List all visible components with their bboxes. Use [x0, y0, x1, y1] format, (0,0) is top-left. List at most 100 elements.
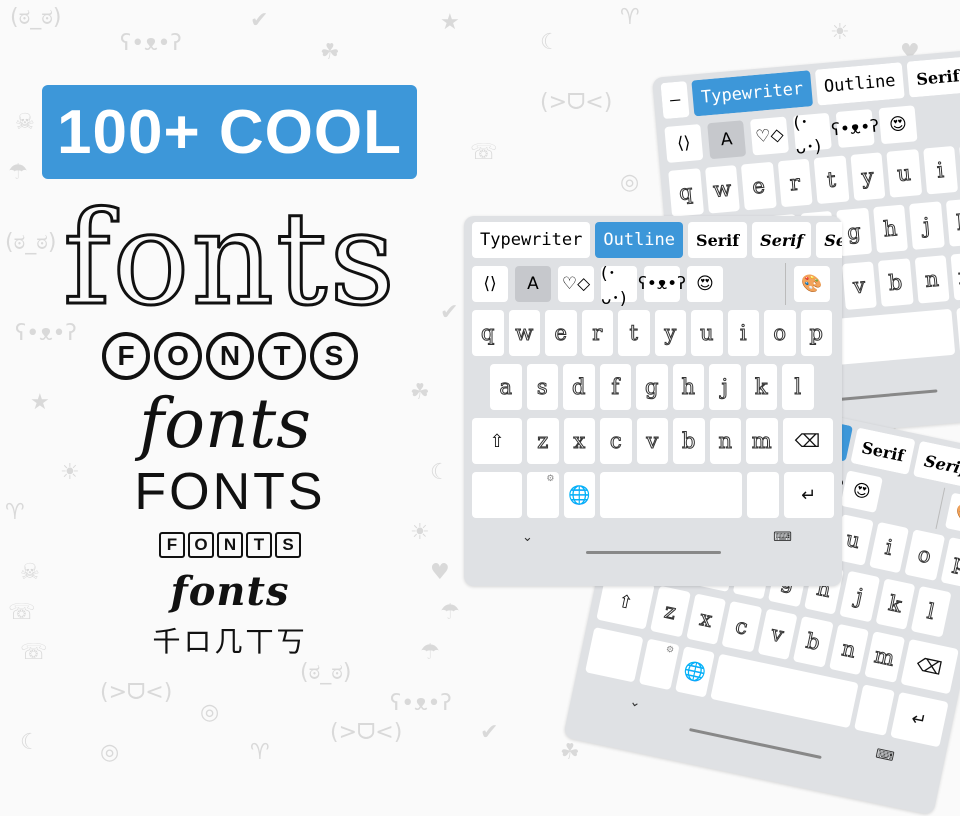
key-e[interactable]: e	[740, 161, 777, 211]
period-key[interactable]	[956, 305, 960, 355]
tab-serif[interactable]: Serif	[906, 56, 960, 98]
key-c[interactable]: c	[600, 418, 632, 464]
key-i[interactable]: i	[868, 521, 910, 574]
tab-outline[interactable]: Outline	[595, 222, 684, 258]
key-u[interactable]: u	[691, 310, 723, 356]
key-p[interactable]: p	[800, 310, 832, 356]
key-c[interactable]: c	[721, 600, 762, 653]
key-g[interactable]: g	[636, 364, 668, 410]
key-n[interactable]: n	[914, 255, 950, 304]
key-h[interactable]: h	[872, 204, 908, 254]
backspace-key[interactable]: ⌫	[899, 638, 959, 695]
key-l[interactable]: l	[910, 585, 952, 638]
tab-[interactable]: –	[660, 80, 690, 120]
tab-outline[interactable]: Outline	[814, 62, 905, 106]
key-l[interactable]: l	[782, 364, 814, 410]
key-a[interactable]: a	[490, 364, 522, 410]
tab-serif[interactable]: Serif	[752, 222, 812, 258]
key-r[interactable]: r	[777, 158, 813, 208]
tab-serif[interactable]: Serif	[913, 440, 960, 489]
collapse-keyboard-icon[interactable]: ⌄	[522, 530, 533, 545]
key-m[interactable]: m	[746, 418, 778, 464]
key-m[interactable]: m	[864, 631, 905, 683]
tab-serif[interactable]: Serif	[816, 222, 842, 258]
enter-key[interactable]: ↵	[783, 472, 834, 518]
key-y[interactable]: y	[849, 152, 886, 201]
key-j[interactable]: j	[709, 364, 741, 410]
key-k[interactable]: k	[945, 198, 960, 247]
comma-key[interactable]: ⚙	[527, 472, 559, 518]
key-v[interactable]: v	[636, 418, 668, 464]
key-w[interactable]: w	[508, 310, 540, 356]
key-j[interactable]: j	[908, 201, 945, 250]
key-q[interactable]: q	[668, 168, 704, 217]
key-v[interactable]: v	[841, 261, 877, 311]
key-k[interactable]: k	[875, 578, 916, 630]
key-u[interactable]: u	[886, 149, 922, 198]
key-m[interactable]: m	[950, 251, 960, 301]
key-o[interactable]: o	[764, 310, 796, 356]
key-d[interactable]: d	[563, 364, 595, 410]
key-x[interactable]: x	[685, 593, 727, 645]
shift-key[interactable]: ⇧	[472, 418, 522, 464]
language-key[interactable]: 🌐	[563, 472, 595, 518]
key-b[interactable]: b	[673, 418, 705, 464]
key-z[interactable]: z	[527, 418, 559, 464]
boxed-letter: F	[159, 532, 185, 558]
key-t[interactable]: t	[618, 310, 650, 356]
key-n[interactable]: n	[709, 418, 741, 464]
collapse-keyboard-icon[interactable]: ⌄	[628, 694, 642, 711]
key-q[interactable]: q	[472, 310, 504, 356]
key-w[interactable]: w	[704, 165, 740, 214]
kaomoji-button[interactable]: (･ᴗ･)	[601, 264, 637, 309]
symbols-button[interactable]: ♡◇	[750, 116, 790, 156]
key-v[interactable]: v	[757, 608, 798, 660]
period-key[interactable]	[747, 472, 779, 518]
font-style-button[interactable]: A	[515, 266, 551, 302]
emoji-button[interactable]: 😍	[840, 470, 883, 513]
key-k[interactable]: k	[745, 364, 777, 410]
boxed-letter: T	[246, 532, 272, 558]
key-o[interactable]: o	[904, 529, 945, 581]
key-p[interactable]: p	[940, 536, 960, 589]
symbols-button[interactable]: ♡◇	[558, 266, 594, 302]
key-b[interactable]: b	[792, 616, 834, 668]
key-f[interactable]: f	[599, 364, 631, 410]
comma-key[interactable]: ⚙	[638, 638, 680, 691]
key-y[interactable]: y	[654, 310, 686, 356]
backspace-icon: ⌫	[794, 430, 821, 452]
key-h[interactable]: h	[672, 364, 704, 410]
theme-button[interactable]: 🎨	[794, 266, 830, 302]
tab-typewriter[interactable]: Typewriter	[472, 222, 591, 258]
key-z[interactable]: z	[650, 585, 691, 638]
bear-sticker-button[interactable]: ʕ•ᴥ•ʔ	[638, 266, 686, 302]
key-i[interactable]: i	[727, 310, 759, 356]
emoji-button[interactable]: 😍	[687, 266, 723, 302]
tab-serif[interactable]: Serif	[850, 427, 916, 475]
keyboard-switch-icon[interactable]: ⌨	[874, 746, 895, 765]
keyboard-switch-icon[interactable]: ⌨	[773, 530, 792, 545]
share-button[interactable]: ⟨⟩	[664, 123, 704, 163]
language-key[interactable]: 🌐	[674, 646, 715, 698]
backspace-key[interactable]: ⌫	[782, 418, 833, 464]
kaomoji-button[interactable]: (･ᴗ･)	[793, 113, 832, 159]
key-x[interactable]: x	[563, 418, 595, 464]
period-key[interactable]	[854, 684, 895, 736]
key-j[interactable]: j	[839, 570, 880, 623]
key-e[interactable]: e	[545, 310, 577, 356]
tab-serif[interactable]: Serif	[688, 222, 748, 258]
font-style-button[interactable]: A	[707, 120, 747, 160]
key-n[interactable]: n	[828, 623, 869, 676]
key-r[interactable]: r	[581, 310, 613, 356]
symbols-key[interactable]	[472, 472, 522, 518]
key-i[interactable]: i	[922, 145, 959, 195]
share-button[interactable]: ⟨⟩	[472, 266, 508, 302]
bear-sticker-button[interactable]: ʕ•ᴥ•ʔ	[831, 108, 880, 148]
key-s[interactable]: s	[526, 364, 558, 410]
space-key[interactable]	[600, 472, 742, 518]
theme-button[interactable]: 🎨	[944, 492, 960, 536]
emoji-button[interactable]: 😍	[878, 105, 918, 145]
font-style-icon: A	[527, 274, 539, 294]
key-b[interactable]: b	[877, 258, 914, 307]
key-t[interactable]: t	[813, 155, 849, 205]
